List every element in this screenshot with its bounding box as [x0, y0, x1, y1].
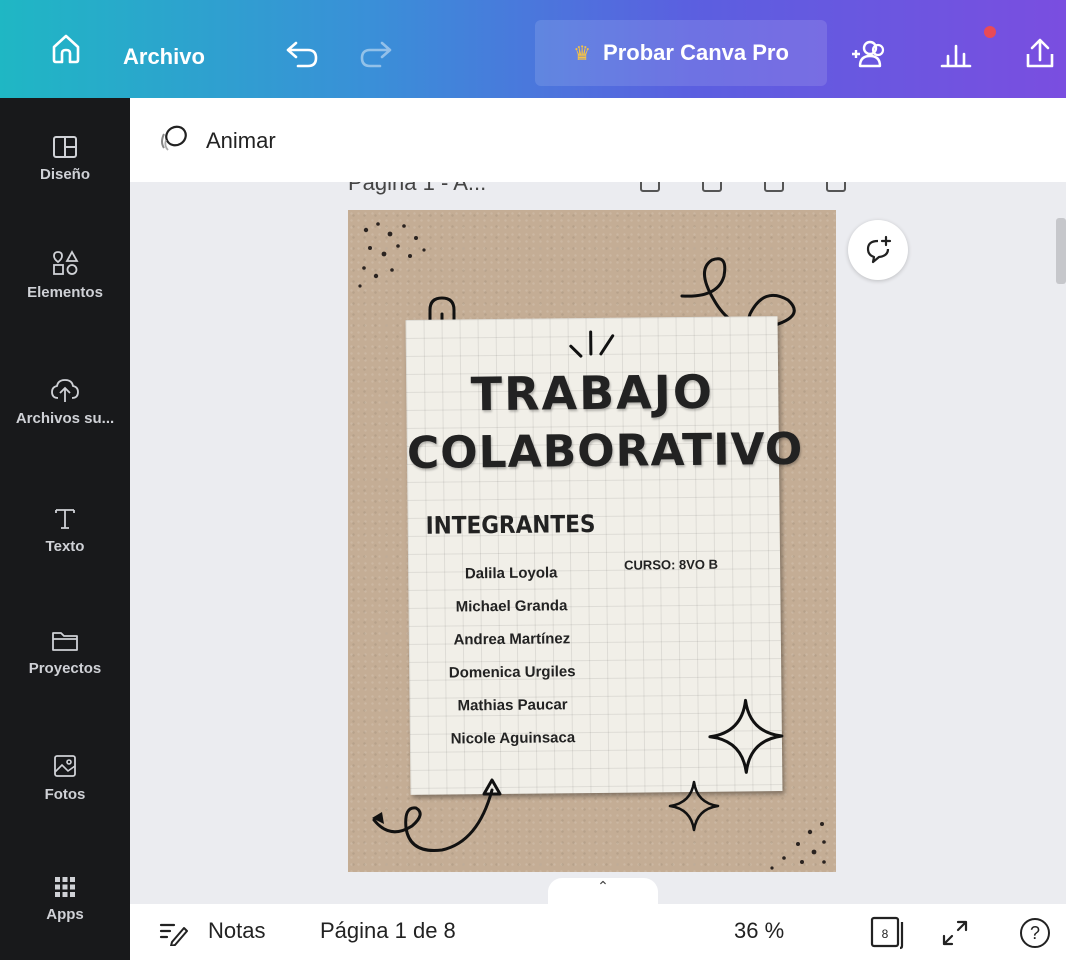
member-name: Nicole Aguinsaca [450, 729, 576, 748]
sidebar-item-elements[interactable]: Elementos [0, 248, 130, 301]
lock-page-icon[interactable] [640, 182, 660, 192]
home-icon[interactable] [46, 28, 86, 68]
add-page-icon[interactable] [826, 182, 846, 192]
speckles-decoration [770, 822, 826, 870]
notes-icon[interactable] [158, 920, 188, 946]
insights-icon[interactable] [936, 34, 976, 74]
bottom-bar: Notas Página 1 de 8 36 % 8 ? [130, 904, 1066, 960]
title-line-1: TRABAJO [470, 364, 715, 422]
text-icon [55, 509, 75, 529]
sidebar-item-label: Proyectos [28, 660, 102, 677]
animate-button[interactable]: Animar [206, 128, 276, 154]
crown-icon: ♛ [573, 42, 592, 65]
notes-button[interactable]: Notas [208, 918, 265, 944]
fullscreen-icon[interactable] [938, 916, 972, 950]
small-star-decoration [668, 780, 720, 832]
scrollbar-thumb[interactable] [1056, 218, 1066, 284]
undo-icon[interactable] [282, 40, 322, 70]
try-canva-pro-label: Probar Canva Pro [603, 40, 789, 65]
sidebar-item-photos[interactable]: Fotos [0, 752, 130, 803]
member-name: Andrea Martínez [453, 630, 571, 649]
cloud-upload-icon [51, 379, 79, 402]
member-name: Dalila Loyola [464, 564, 558, 583]
editor-toolbar: Animar [130, 98, 1066, 182]
member-name: Domenica Urgiles [448, 663, 576, 682]
duplicate-page-icon[interactable] [702, 182, 722, 192]
curly-arrow-decoration [372, 778, 502, 853]
apps-grid-icon [55, 877, 75, 897]
redo-icon[interactable] [356, 40, 396, 70]
course-label: CURSO: 8VO B [624, 556, 719, 573]
sidebar-item-label: Apps [46, 906, 84, 923]
expand-pages-handle[interactable]: ⌃ [548, 878, 658, 904]
comment-plus-icon [866, 235, 892, 264]
layout-icon [53, 136, 77, 158]
sidebar-item-design[interactable]: Diseño [0, 134, 130, 183]
add-people-icon[interactable] [850, 34, 890, 74]
design-page[interactable]: TRABAJO COLABORATIVO INTEGRANTES CURSO: … [348, 210, 836, 872]
add-comment-button[interactable] [848, 220, 908, 280]
image-icon [54, 755, 76, 777]
sidebar-item-uploads[interactable]: Archivos su... [0, 376, 130, 427]
canvas-area: Página 1 - A... TRABAJO COLABORATIVO INT… [130, 182, 1056, 872]
page-title[interactable]: Página 1 - A... [348, 182, 486, 196]
members-heading: INTEGRANTES [425, 509, 596, 540]
sidebar-item-label: Elementos [27, 284, 103, 301]
member-name: Michael Granda [455, 597, 568, 616]
top-bar: Archivo ♛ Probar Canva Pro [0, 0, 1066, 98]
left-sidebar: Diseño Elementos Archivos su... Texto Pr… [0, 98, 130, 960]
sidebar-item-label: Fotos [44, 786, 86, 803]
try-canva-pro-button[interactable]: ♛ Probar Canva Pro [535, 20, 827, 86]
page-indicator: Página 1 de 8 [320, 918, 456, 943]
notification-dot [984, 26, 996, 38]
sidebar-item-label: Diseño [39, 166, 90, 183]
notebook-paper: TRABAJO COLABORATIVO INTEGRANTES CURSO: … [405, 316, 804, 795]
help-button[interactable]: ? [1020, 918, 1050, 948]
file-menu-button[interactable]: Archivo [123, 44, 205, 70]
shapes-icon [53, 250, 79, 275]
sidebar-item-label: Archivos su... [15, 410, 115, 427]
zoom-level[interactable]: 36 % [734, 918, 784, 944]
sidebar-item-label: Texto [45, 538, 85, 555]
sidebar-item-projects[interactable]: Proyectos [0, 628, 130, 677]
sidebar-item-apps[interactable]: Apps [0, 874, 130, 923]
title-line-2: COLABORATIVO [406, 423, 804, 479]
animate-icon[interactable] [156, 122, 192, 154]
speckles-decoration [358, 222, 426, 288]
page-actions [640, 182, 846, 192]
delete-page-icon[interactable] [764, 182, 784, 192]
star-sparkle-decoration [708, 698, 784, 774]
grid-view-icon[interactable]: 8 [868, 914, 908, 950]
folder-icon [52, 632, 78, 651]
page-count: 8 [882, 927, 889, 941]
member-name: Mathias Paucar [457, 696, 568, 715]
vertical-scrollbar[interactable] [1056, 182, 1066, 872]
sparkle-lines-decoration [569, 330, 615, 358]
sidebar-item-text[interactable]: Texto [0, 504, 130, 555]
share-upload-icon[interactable] [1020, 34, 1060, 74]
members-list: Dalila Loyola Michael Granda Andrea Mart… [426, 556, 598, 756]
